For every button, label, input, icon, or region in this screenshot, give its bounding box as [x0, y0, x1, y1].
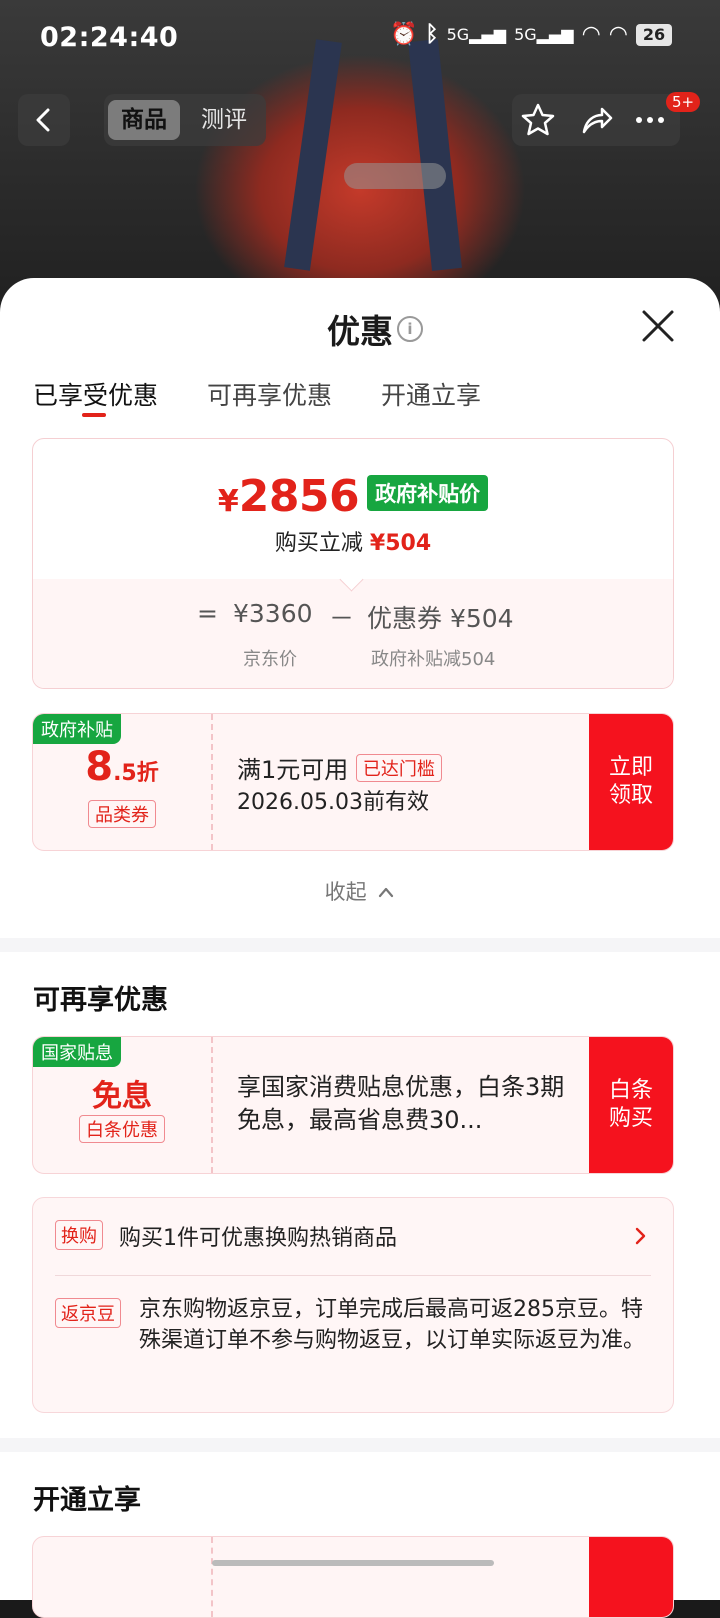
coupon-condition: 满1元可用 [237, 756, 349, 784]
coupon-left: 政府补贴 8.5折 品类券 [33, 714, 213, 850]
collapse-button[interactable]: 收起 [0, 876, 720, 906]
coupon-sub-label: 政府补贴减504 [371, 649, 496, 670]
status-icons: ⏰ ᛒ 5G▂▄▆ 5G▂▄▆ ◠ ◠ 26 [390, 22, 672, 47]
coupon-type-tag: 国家贴息 [33, 1037, 121, 1067]
discount-main: 8 [85, 744, 114, 790]
divider [55, 1275, 651, 1276]
sheet-title: 优惠 [327, 312, 393, 351]
section-title-open: 开通立享 [33, 1485, 141, 1516]
gov-subsidy-tag: 政府补贴价 [367, 475, 489, 511]
interest-free-coupon: 国家贴息 免息 白条优惠 享国家消费贴息优惠，白条3期免息，最高省息费30...… [32, 1036, 674, 1174]
tab-product[interactable]: 商品 [108, 100, 180, 140]
final-price: 2856 [238, 471, 360, 522]
extra-benefits-card: 换购 购买1件可优惠换购热销商品 返京豆 京东购物返京豆，订单完成后最高可返28… [32, 1197, 674, 1413]
reduce-label: 购买立减 [274, 531, 363, 556]
chevron-right-icon [635, 1227, 646, 1245]
close-icon [642, 310, 674, 342]
threshold-tag: 已达门槛 [355, 754, 442, 782]
image-indicator-pill [344, 163, 446, 189]
top-actions [512, 94, 680, 146]
discount-suffix: .5折 [113, 761, 159, 786]
exchange-tag: 换购 [55, 1220, 103, 1250]
section-divider [0, 1438, 720, 1452]
share-icon[interactable] [576, 100, 616, 140]
claim-coupon-button[interactable]: 立即领取 [589, 714, 673, 850]
battery-icon: 26 [636, 23, 672, 46]
final-price-row: ¥2856 政府补贴价 [33, 471, 673, 522]
minus-sign: － [329, 604, 355, 633]
wifi-icon: ◠ [581, 22, 601, 47]
info-icon[interactable]: i [397, 316, 423, 342]
coupon-left: 国家贴息 免息 白条优惠 [33, 1037, 213, 1173]
close-button[interactable] [640, 308, 676, 344]
coupon-validity: 2026.05.03前有效 [237, 790, 429, 815]
signal-5g-icon: 5G▂▄▆ [446, 25, 507, 44]
tab-review[interactable]: 测评 [188, 100, 260, 140]
alarm-icon: ⏰ [389, 22, 418, 47]
baitiao-tag: 白条优惠 [79, 1115, 165, 1143]
category-tag: 品类券 [88, 800, 156, 828]
open-coupon-card [32, 1536, 674, 1618]
home-indicator[interactable] [212, 1560, 494, 1566]
tab-open-discounts[interactable]: 开通立享 [381, 376, 481, 412]
interest-free-main: 免息 [92, 1079, 152, 1114]
collapse-label: 收起 [324, 880, 367, 904]
reduce-amount: ¥504 [369, 531, 432, 556]
jd-price: ¥3360 [233, 599, 313, 628]
notification-badge: 5+ [666, 92, 701, 112]
exchange-purchase-row[interactable]: 换购 购买1件可优惠换购热销商品 [33, 1198, 673, 1274]
currency-symbol: ¥ [217, 484, 239, 519]
coupon-type-tag: 政府补贴 [33, 714, 121, 744]
wifi-icon: ◠ [608, 22, 628, 47]
jingdou-text: 京东购物返京豆，订单完成后最高可返285京豆。特殊渠道订单不参与购物返豆，以订单… [139, 1297, 646, 1353]
gov-subsidy-coupon: 政府补贴 8.5折 品类券 满1元可用 已达门槛 2026.05.03前有效 立… [32, 713, 674, 851]
coupon-condition-row: 满1元可用 已达门槛 [237, 750, 442, 785]
signal-5g-icon: 5G▂▄▆ [514, 25, 574, 44]
section-divider [0, 938, 720, 952]
exchange-text: 购买1件可优惠换购热销商品 [119, 1226, 397, 1251]
reduce-line: 购买立减 ¥504 [33, 525, 673, 557]
top-tabs: 商品 测评 [104, 94, 266, 146]
claim-coupon-label: 立即领取 [608, 755, 653, 808]
section-title-more: 可再享优惠 [33, 985, 168, 1016]
tab-enjoyed-discounts[interactable]: 已享受优惠 [33, 376, 158, 412]
open-coupon-button[interactable] [589, 1537, 673, 1617]
more-icon[interactable] [630, 100, 670, 140]
bluetooth-icon: ᛒ [425, 22, 439, 47]
baitiao-buy-button[interactable]: 白条购买 [589, 1037, 673, 1173]
jingdou-row: 返京豆 京东购物返京豆，订单完成后最高可返285京豆。特殊渠道订单不参与购物返豆… [33, 1278, 673, 1408]
jd-price-label: 京东价 [243, 649, 297, 670]
price-summary-card: ¥2856 政府补贴价 购买立减 ¥504 = ¥3360 － 优惠券 ¥504 … [32, 438, 674, 689]
equals-sign: = [197, 599, 218, 628]
coupon-amount: 优惠券 ¥504 [367, 604, 514, 633]
baitiao-buy-label: 白条购买 [608, 1078, 653, 1131]
coupon-divider [211, 1537, 215, 1617]
status-time: 02:24:40 [40, 22, 179, 53]
chevron-left-icon [36, 108, 50, 132]
tab-more-discounts[interactable]: 可再享优惠 [207, 376, 332, 412]
favorite-star-icon[interactable] [518, 100, 558, 140]
back-button[interactable] [18, 94, 70, 146]
tab-indicator [82, 413, 106, 417]
jingdou-tag: 返京豆 [55, 1298, 121, 1328]
interest-free-desc: 享国家消费贴息优惠，白条3期免息，最高省息费30... [237, 1073, 565, 1134]
status-bar: 02:24:40 ⏰ ᛒ 5G▂▄▆ 5G▂▄▆ ◠ ◠ 26 [0, 0, 720, 80]
discount-value: 8.5折 [33, 744, 211, 790]
chevron-up-icon [379, 887, 394, 898]
